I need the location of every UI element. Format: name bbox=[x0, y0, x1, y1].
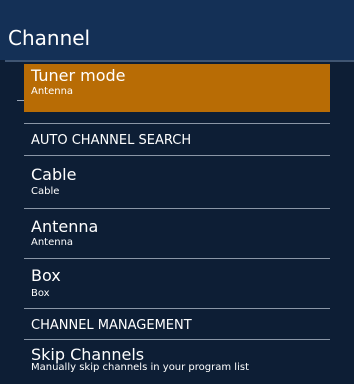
section-header-channel-management: CHANNEL MANAGEMENT bbox=[31, 318, 192, 333]
tuner-mode-label: Tuner mode bbox=[31, 66, 126, 85]
divider bbox=[24, 258, 330, 259]
divider bbox=[24, 339, 330, 340]
cable-label: Cable bbox=[31, 165, 77, 184]
section-header-auto-channel-search: AUTO CHANNEL SEARCH bbox=[31, 133, 192, 148]
menu-item-tuner-mode[interactable]: Tuner mode Antenna bbox=[17, 64, 330, 112]
box-label: Box bbox=[31, 266, 61, 285]
channel-menu: Channel Tuner mode Antenna AUTO CHANNEL … bbox=[0, 0, 354, 384]
divider bbox=[24, 123, 330, 124]
divider bbox=[24, 155, 330, 156]
tuner-mode-value: Antenna bbox=[31, 86, 74, 97]
header-divider bbox=[5, 60, 354, 62]
antenna-label: Antenna bbox=[31, 217, 99, 236]
menu-item-cable[interactable]: Cable Cable bbox=[24, 162, 330, 208]
antenna-value: Antenna bbox=[31, 237, 74, 248]
menu-item-skip-channels[interactable]: Skip Channels Manually skip channels in … bbox=[24, 344, 330, 384]
menu-header: Channel bbox=[0, 0, 354, 60]
box-value: Box bbox=[31, 288, 50, 299]
skip-channels-description: Manually skip channels in your program l… bbox=[31, 362, 249, 373]
menu-item-antenna[interactable]: Antenna Antenna bbox=[24, 213, 330, 260]
divider bbox=[24, 308, 330, 309]
divider bbox=[24, 208, 330, 209]
cable-value: Cable bbox=[31, 186, 60, 197]
menu-title: Channel bbox=[8, 26, 91, 50]
menu-item-box[interactable]: Box Box bbox=[24, 263, 330, 308]
